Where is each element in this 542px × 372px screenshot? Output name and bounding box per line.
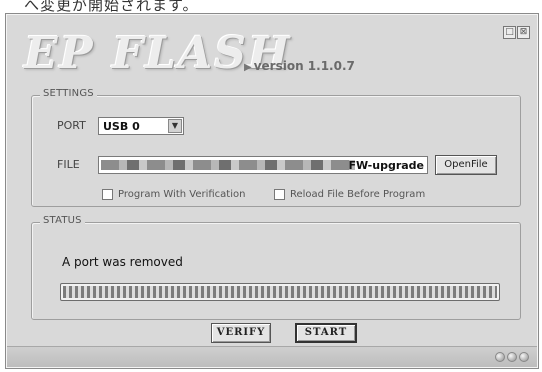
chevron-down-icon[interactable]: ▼ [168, 119, 182, 133]
reload-file-before-program-label: Reload File Before Program [290, 189, 426, 200]
start-button[interactable]: START [295, 323, 357, 343]
checkbox-box[interactable] [274, 189, 285, 200]
status-message: A port was removed [62, 255, 183, 269]
status-bar [7, 346, 537, 367]
status-title: STATUS [40, 215, 85, 226]
dot-icon [519, 352, 529, 362]
port-select-value: USB 0 [103, 120, 140, 133]
open-file-button[interactable]: OpenFile [435, 155, 497, 175]
reload-file-before-program-checkbox[interactable]: Reload File Before Program [274, 189, 425, 200]
ep-flash-window: □ ⊠ EP FLASH ▶ version 1.1.0.7 SETTINGS P… [5, 13, 539, 369]
file-path-field[interactable]: FW-upgrade [98, 156, 428, 174]
checkbox-box[interactable] [102, 189, 113, 200]
file-name-text: FW-upgrade [348, 159, 424, 172]
masked-path [101, 160, 355, 170]
status-dots [495, 352, 529, 362]
version-label: ▶ version 1.1.0.7 [244, 59, 355, 73]
file-label: FILE [57, 158, 80, 171]
close-icon[interactable]: ⊠ [517, 26, 530, 39]
program-with-verification-label: Program With Verification [118, 189, 246, 200]
port-label: PORT [57, 119, 86, 132]
verify-button[interactable]: VERIFY [211, 323, 271, 343]
progress-fill [63, 286, 497, 298]
minimize-icon[interactable]: □ [503, 26, 516, 39]
progress-bar [60, 283, 500, 301]
version-arrow-icon: ▶ [244, 62, 252, 73]
program-with-verification-checkbox[interactable]: Program With Verification [102, 189, 245, 200]
dot-icon [507, 352, 517, 362]
settings-title: SETTINGS [40, 88, 97, 99]
status-group: STATUS A port was removed [31, 215, 521, 320]
version-text: version 1.1.0.7 [253, 59, 355, 73]
dot-icon [495, 352, 505, 362]
settings-group: SETTINGS PORT USB 0 ▼ FILE FW-upgrade Op… [31, 88, 521, 207]
port-select[interactable]: USB 0 ▼ [98, 117, 184, 135]
